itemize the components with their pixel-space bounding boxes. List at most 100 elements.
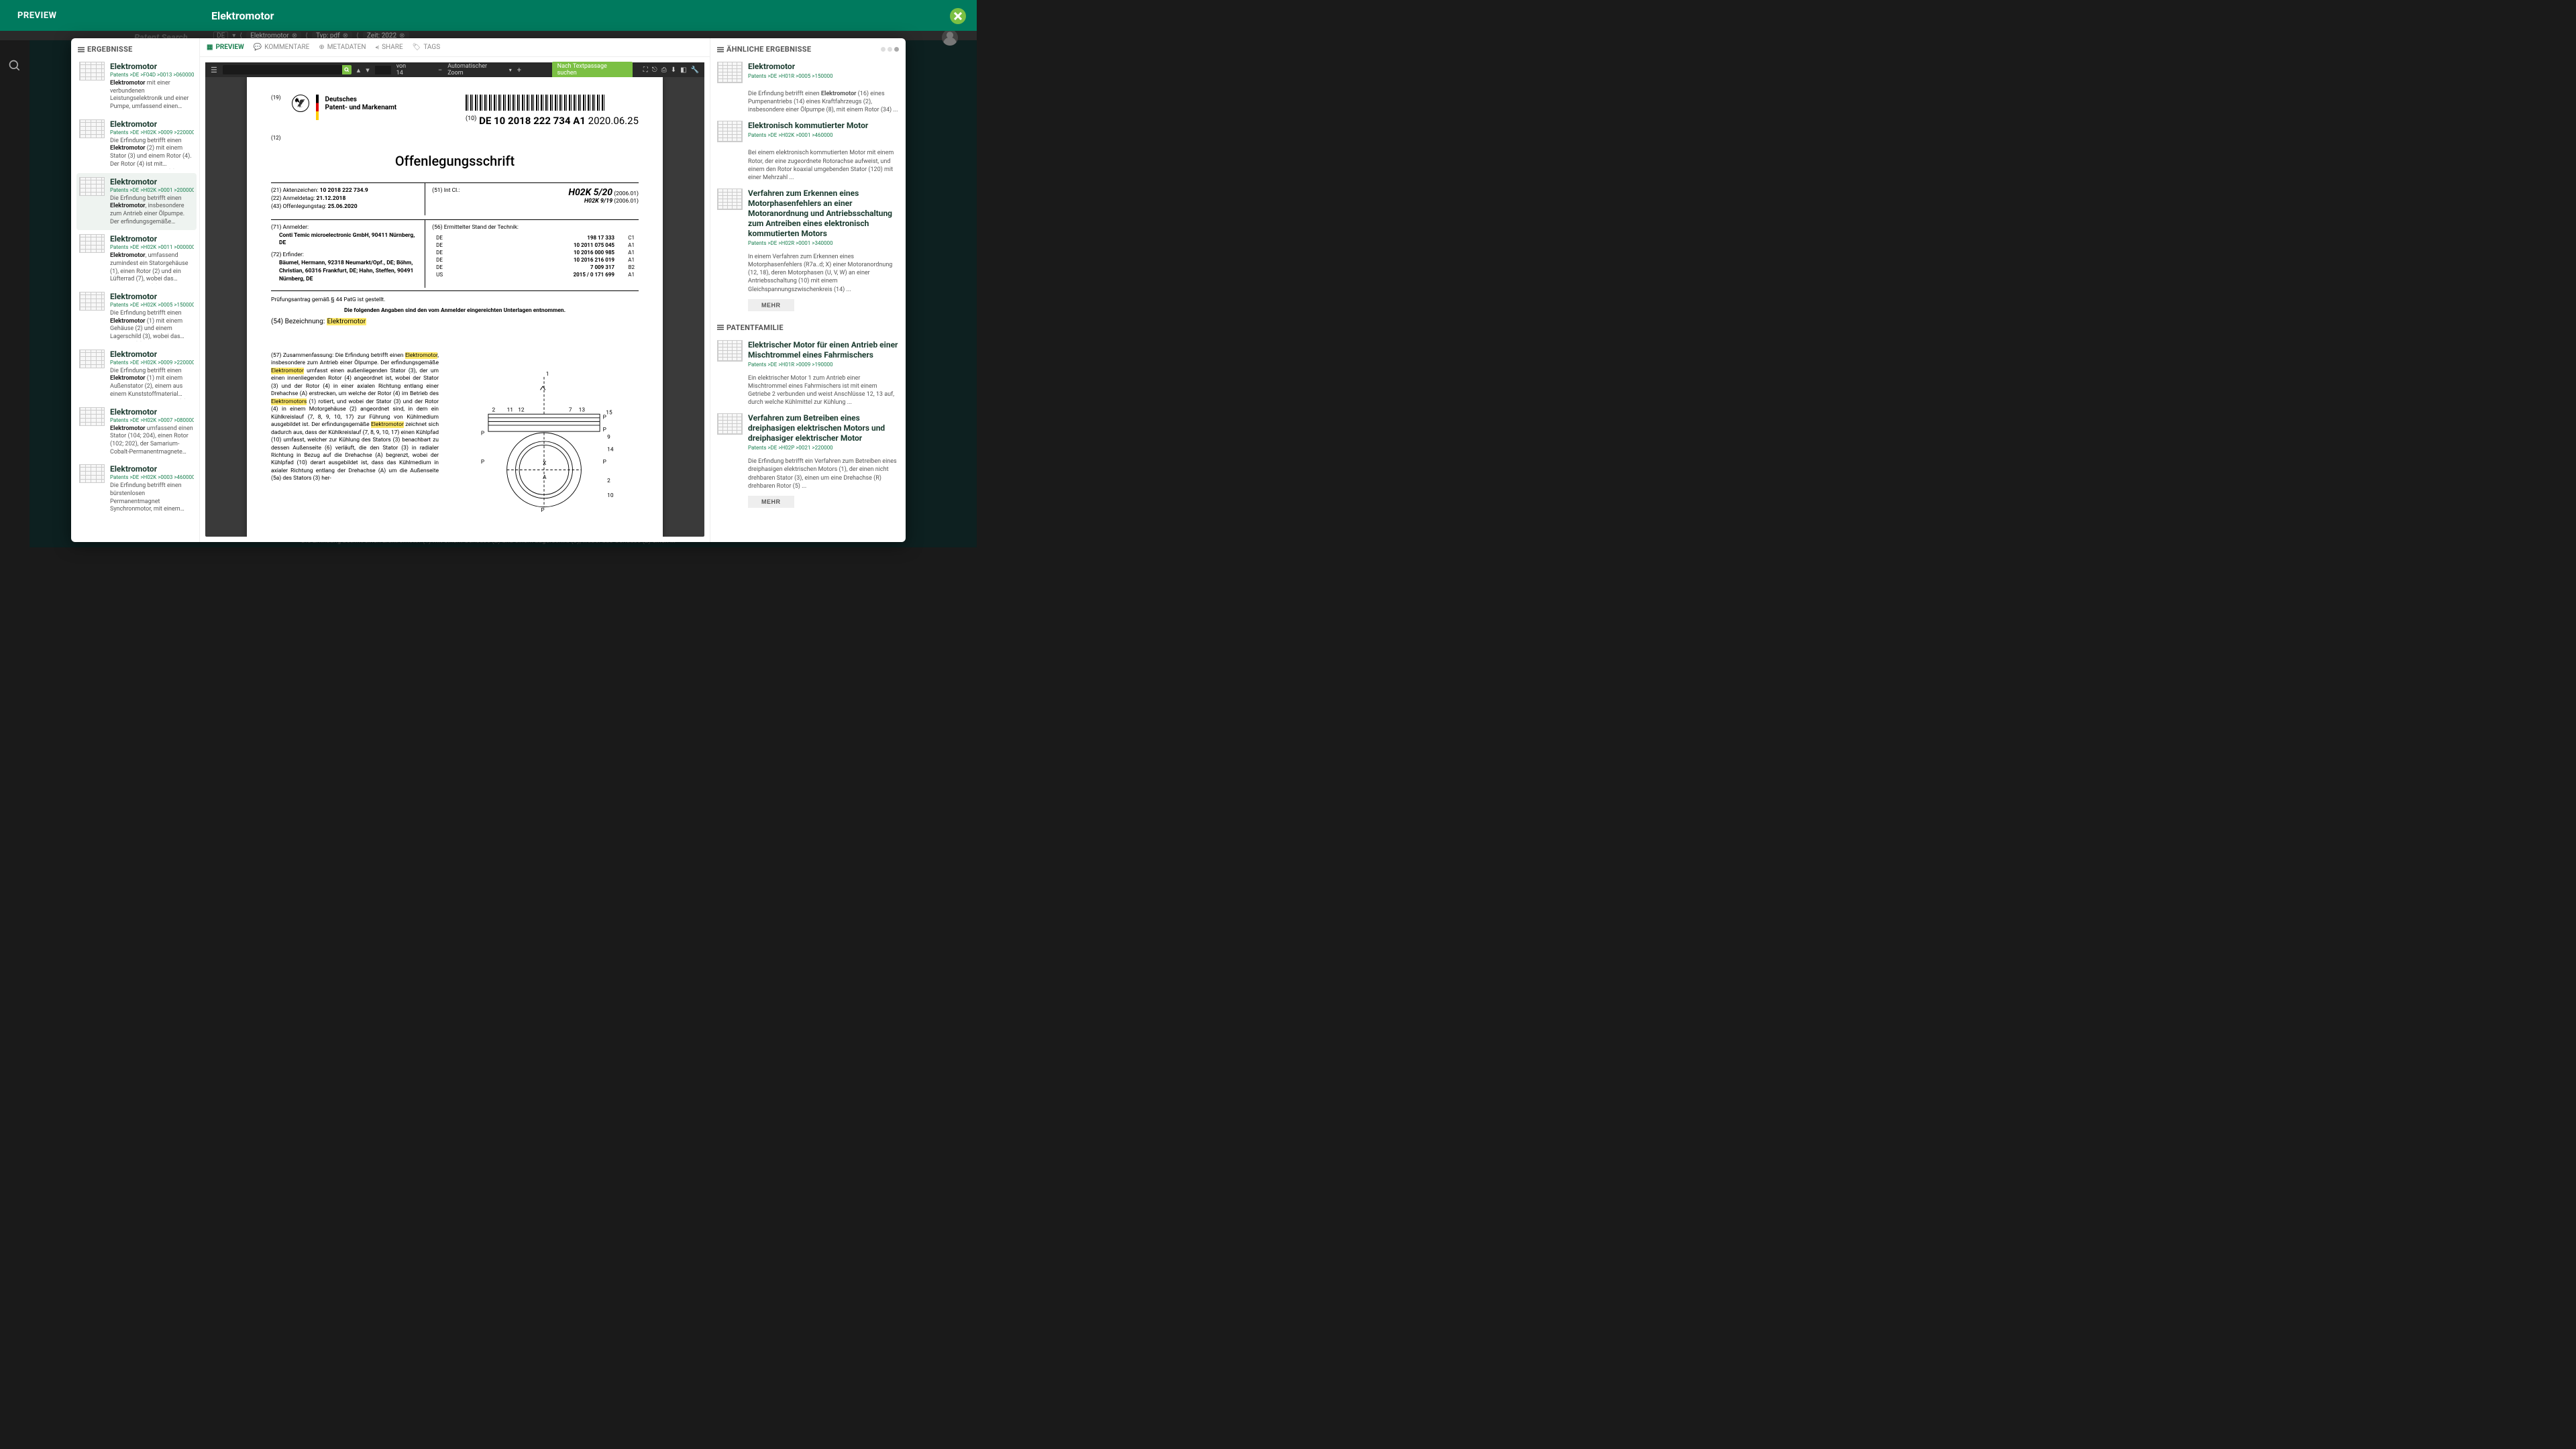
find-button[interactable] — [342, 65, 352, 74]
list-icon — [717, 324, 724, 331]
result-thumbnail — [79, 407, 105, 426]
close-button[interactable] — [950, 8, 966, 24]
page-down-button[interactable]: ▾ — [366, 66, 370, 74]
result-item[interactable]: ElektromotorPatents >DE >H02K >0009 >220… — [76, 345, 197, 403]
result-title: Elektromotor — [110, 234, 194, 244]
result-meta: Patents >DE >H02K >0007 >080000 — [110, 417, 194, 423]
svg-text:12: 12 — [518, 407, 525, 414]
comment-icon: 💬 — [254, 44, 262, 51]
results-header-label: ERGEBNISSE — [87, 45, 133, 54]
viewer-tool-icons: ⛶ ⎋ ⎙ ⬇ ◧ 🔧 — [643, 66, 699, 74]
pdf-right-ipc: (51) Int Cl.: H02K 5/20 (2006.01) H02K 9… — [425, 183, 639, 215]
zoom-label[interactable]: Automatischer Zoom — [447, 63, 504, 76]
result-item[interactable]: ElektromotorPatents >DE >H02K >0007 >080… — [76, 403, 197, 461]
results-list[interactable]: ElektromotorPatents >DE >F04D >0013 >060… — [71, 58, 199, 542]
page-up-button[interactable]: ▴ — [357, 66, 361, 74]
result-item[interactable]: ElektromotorPatents >DE >H02K >0011 >000… — [76, 230, 197, 288]
list-icon — [717, 46, 724, 53]
svg-text:P: P — [481, 459, 484, 466]
result-item[interactable]: ElektromotorPatents >DE >F04D >0013 >060… — [76, 58, 197, 115]
related-title: Elektrischer Motor für einen Antrieb ein… — [748, 340, 899, 360]
print-icon[interactable]: ⎙ — [661, 66, 667, 74]
zoom-out-button[interactable]: − — [438, 66, 442, 74]
metadata-icon: ⊕ — [319, 44, 324, 51]
search-icon — [8, 59, 21, 72]
related-thumbnail — [717, 62, 743, 83]
tab-metadata[interactable]: ⊕ METADATEN — [319, 44, 366, 51]
text-passage-button[interactable]: Nach Textpassage suchen — [552, 62, 633, 78]
eye-icon: ▦ — [207, 44, 213, 51]
related-title: Verfahren zum Erkennen eines Motorphasen… — [748, 189, 899, 239]
result-snippet: Elektromotor umfassend einen Stator (104… — [110, 425, 194, 457]
svg-text:7: 7 — [569, 407, 572, 414]
result-meta: Patents >DE >H02K >0001 >200000 — [110, 187, 194, 193]
pdf-doc-kind: Offenlegungsschrift — [271, 153, 639, 169]
result-thumbnail — [79, 119, 105, 138]
related-item[interactable]: Verfahren zum Betreiben eines dreiphasig… — [710, 409, 906, 455]
related-thumbnail — [717, 121, 743, 142]
pdf-scroll[interactable]: (19) Deutsches Patent- und Markenamt — [205, 77, 704, 537]
related-meta: Patents >DE >H01R >0009 >190000 — [748, 362, 899, 368]
result-meta: Patents >DE >H02K >0011 >000000 — [110, 244, 194, 250]
pdf-barcode — [466, 95, 606, 111]
pagination-dots[interactable] — [881, 47, 899, 52]
field-19: (19) — [271, 95, 281, 101]
bg-avatar[interactable] — [942, 30, 958, 46]
svg-text:14: 14 — [607, 447, 614, 453]
pdf-issuer: Deutsches Patent- und Markenamt — [325, 96, 397, 112]
bookmark-icon[interactable]: ◧ — [680, 66, 686, 74]
result-thumbnail — [79, 464, 105, 483]
zoom-in-button[interactable]: + — [517, 66, 521, 74]
family-header: PATENTFAMILIE — [710, 317, 906, 336]
result-item[interactable]: ElektromotorPatents >DE >H02K >0003 >460… — [76, 460, 197, 518]
svg-text:11: 11 — [507, 407, 513, 414]
tab-share[interactable]: ⪪ SHARE — [375, 44, 402, 51]
result-title: Elektromotor — [110, 350, 194, 359]
tab-preview[interactable]: ▦ PREVIEW — [207, 44, 244, 51]
svg-text:1: 1 — [546, 371, 549, 378]
pdf-center-note: Die folgenden Angaben sind den vom Anmel… — [271, 307, 639, 314]
related-item[interactable]: ElektromotorPatents >DE >H01R >0005 >150… — [710, 58, 906, 87]
open-icon[interactable]: ⎋ — [652, 66, 657, 74]
fullscreen-icon[interactable]: ⛶ — [643, 66, 648, 74]
more-similar-button[interactable]: MEHR — [748, 299, 794, 311]
related-item[interactable]: Verfahren zum Erkennen eines Motorphasen… — [710, 184, 906, 250]
result-thumbnail — [79, 350, 105, 368]
related-meta: Patents >DE >H02R >0001 >340000 — [748, 240, 899, 246]
result-thumbnail — [79, 62, 105, 80]
download-icon[interactable]: ⬇ — [671, 66, 676, 74]
sidebar-toggle-icon[interactable]: ☰ — [211, 66, 217, 74]
related-title: Elektronisch kommutierter Motor — [748, 121, 899, 131]
germany-flag-icon — [316, 95, 319, 120]
svg-text:P: P — [603, 427, 606, 433]
modal-header: PREVIEW Elektromotor — [0, 0, 977, 31]
related-item[interactable]: Elektronisch kommutierter MotorPatents >… — [710, 117, 906, 146]
search-icon — [344, 67, 350, 72]
result-item[interactable]: ElektromotorPatents >DE >H02K >0005 >150… — [76, 288, 197, 345]
related-title: Elektromotor — [748, 62, 899, 72]
tools-icon[interactable]: 🔧 — [691, 66, 699, 74]
pdf-applicant-inventor: (71) Anmelder: Conti Temic microelectron… — [271, 220, 425, 288]
result-title: Elektromotor — [110, 407, 194, 417]
result-snippet: Die Erfindung betrifft einen bürstenlose… — [110, 482, 194, 514]
result-title: Elektromotor — [110, 119, 194, 129]
tag-icon: 🏷 — [413, 44, 421, 51]
find-input[interactable] — [223, 65, 342, 74]
result-item[interactable]: ElektromotorPatents >DE >H02K >0009 >220… — [76, 115, 197, 173]
related-item[interactable]: Elektrischer Motor für einen Antrieb ein… — [710, 336, 906, 372]
tab-tags[interactable]: 🏷 TAGS — [413, 44, 441, 51]
related-column: ÄHNLICHE ERGEBNISSE ElektromotorPatents … — [710, 38, 906, 542]
more-family-button[interactable]: MEHR — [748, 496, 794, 508]
page-input[interactable] — [375, 66, 391, 74]
result-item[interactable]: ElektromotorPatents >DE >H02K >0001 >200… — [76, 173, 197, 231]
result-title: Elektromotor — [110, 292, 194, 301]
close-icon — [954, 12, 962, 20]
svg-text:P: P — [603, 459, 606, 466]
chevron-down-icon[interactable]: ▾ — [509, 67, 512, 73]
tab-comments[interactable]: 💬 KOMMENTARE — [254, 44, 310, 51]
page-of-label: von 14 — [396, 63, 414, 76]
svg-text:X: X — [543, 460, 546, 467]
related-title: Verfahren zum Betreiben eines dreiphasig… — [748, 413, 899, 443]
svg-text:13: 13 — [579, 407, 586, 414]
svg-text:2: 2 — [492, 407, 495, 414]
